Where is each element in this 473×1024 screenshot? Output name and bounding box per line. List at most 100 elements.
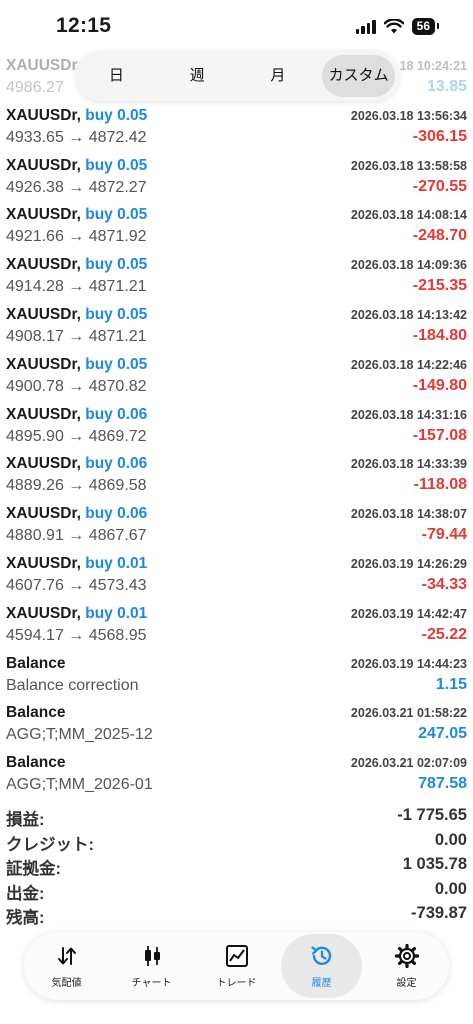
summary-deposit-row: 証拠金: 1 035.78 — [0, 853, 473, 878]
tab-trade[interactable]: トレード — [196, 934, 277, 998]
deal-symbol-text: XAUUSDr, — [6, 305, 81, 323]
deal-direction: buy 0.06 — [85, 505, 148, 523]
deal-symbol: Balance — [6, 754, 65, 772]
deal-row[interactable]: XAUUSDr, buy 0.05 2026.03.18 13:56:34 4933… — [0, 102, 473, 152]
summary-label: 残高: — [6, 909, 45, 927]
summary-value: 0.00 — [434, 830, 467, 849]
deal-row[interactable]: XAUUSDr, buy 0.06 2026.03.18 14:38:07 4880… — [0, 500, 473, 550]
deal-profit: -248.70 — [412, 227, 467, 245]
bottom-tab-bar: 気配値 チャート トレード 履歴 設定 — [24, 932, 449, 1000]
deal-row[interactable]: XAUUSDr, buy 0.05 2026.03.18 14:08:14 4921… — [0, 201, 473, 251]
deal-profit: -118.08 — [413, 476, 467, 494]
tab-label: 設定 — [396, 978, 417, 989]
history-list[interactable]: XAUUSDr, 18 10:24:21 4986.27 13.85 XAUUS… — [0, 52, 473, 799]
deal-prices: 4607.76 → 4573.43 — [6, 576, 147, 594]
deal-datetime: 2026.03.18 14:13:42 — [350, 307, 467, 322]
deal-datetime: 2026.03.18 14:38:07 — [350, 507, 467, 522]
deal-direction: buy 0.05 — [85, 305, 148, 323]
period-tab-day[interactable]: 日 — [80, 55, 153, 97]
period-tab-month[interactable]: 月 — [242, 55, 315, 97]
deal-profit: -270.55 — [412, 177, 467, 195]
deal-symbol-text: XAUUSDr, — [6, 256, 81, 274]
gear-icon — [394, 943, 419, 969]
tab-label: 履歴 — [311, 978, 332, 989]
summary-value: -1 775.65 — [397, 806, 467, 824]
deal-profit: 787.58 — [418, 775, 467, 793]
deal-profit: -215.35 — [412, 277, 467, 295]
battery-icon: 56 — [411, 18, 440, 35]
deal-symbol: XAUUSDr, buy 0.06 — [6, 455, 147, 473]
deal-row[interactable]: XAUUSDr, buy 0.06 2026.03.18 14:31:16 4895… — [0, 401, 473, 451]
deal-row[interactable]: Balance 2026.03.21 02:07:09 AGG;T;MM_2026… — [0, 749, 473, 799]
deal-symbol: XAUUSDr, buy 0.06 — [6, 505, 147, 523]
summary-withdrawal-row: 出金: 0.00 — [0, 878, 473, 903]
tab-history[interactable]: 履歴 — [281, 934, 362, 998]
deal-symbol: Balance — [6, 704, 65, 722]
deal-row[interactable]: XAUUSDr, buy 0.05 2026.03.18 14:22:46 4900… — [0, 351, 473, 401]
deal-row[interactable]: Balance 2026.03.19 14:44:23 Balance corre… — [0, 650, 473, 700]
trade-line-chart-icon — [225, 945, 248, 967]
deal-prices: 4908.17 → 4871.21 — [6, 327, 147, 345]
summary-label: 損益: — [6, 811, 45, 829]
deal-direction: buy 0.05 — [85, 206, 148, 224]
deal-prices: 4880.91 → 4867.67 — [6, 527, 147, 545]
deal-datetime: 2026.03.18 13:58:58 — [350, 158, 467, 173]
deal-datetime: 2026.03.19 14:26:29 — [350, 556, 467, 571]
tab-quotes[interactable]: 気配値 — [26, 934, 107, 998]
summary-balance-row: 残高: -739.87 — [0, 902, 473, 927]
deal-prices: Balance correction — [6, 676, 139, 694]
deal-direction: buy 0.01 — [85, 554, 148, 572]
deal-direction: buy 0.05 — [85, 355, 148, 373]
deal-datetime: 2026.03.18 13:56:34 — [350, 108, 467, 123]
deal-row[interactable]: XAUUSDr, buy 0.05 2026.03.18 14:09:36 4914… — [0, 251, 473, 301]
deal-profit: -79.44 — [421, 526, 467, 544]
deal-symbol-text: XAUUSDr, — [6, 106, 81, 124]
summary-value: 0.00 — [434, 879, 467, 898]
summary-label: 証拠金: — [6, 860, 61, 878]
deal-symbol-text: XAUUSDr, — [6, 554, 81, 572]
deal-symbol-text: XAUUSDr, — [6, 505, 81, 523]
deal-direction: buy 0.01 — [85, 604, 148, 622]
deal-datetime: 2026.03.21 02:07:09 — [350, 756, 467, 771]
deal-datetime: 2026.03.18 14:31:16 — [350, 407, 467, 422]
summary-value: 1 035.78 — [402, 855, 467, 873]
quotes-arrows-icon — [57, 947, 76, 965]
deal-row[interactable]: XAUUSDr, buy 0.05 2026.03.18 13:58:58 4926… — [0, 152, 473, 202]
deal-profit: 1.15 — [435, 675, 467, 693]
deal-datetime: 2026.03.19 14:42:47 — [350, 606, 467, 621]
history-clock-icon — [310, 946, 331, 965]
period-tab-week[interactable]: 週 — [161, 55, 234, 97]
deal-row[interactable]: XAUUSDr, buy 0.01 2026.03.19 14:26:29 4607… — [0, 550, 473, 600]
status-bar: 12:15 56 — [0, 0, 473, 54]
deal-profit: 247.05 — [418, 725, 467, 743]
deal-symbol: XAUUSDr, buy 0.05 — [6, 256, 147, 274]
summary-value: -739.87 — [411, 904, 467, 922]
deal-direction: buy 0.06 — [85, 405, 148, 423]
deal-row[interactable]: XAUUSDr, buy 0.06 2026.03.18 14:33:39 4889… — [0, 450, 473, 500]
tab-settings[interactable]: 設定 — [366, 934, 447, 998]
cellular-signal-icon — [355, 19, 376, 34]
deal-row[interactable]: Balance 2026.03.21 01:58:22 AGG;T;MM_2025… — [0, 699, 473, 749]
deal-direction: buy 0.05 — [85, 106, 148, 124]
period-tab-custom[interactable]: カスタム — [322, 55, 395, 97]
deal-direction: buy 0.06 — [85, 455, 148, 473]
deal-datetime: 2026.03.18 14:08:14 — [350, 208, 467, 223]
summary-credit-row: クレジット: 0.00 — [0, 829, 473, 854]
tab-chart[interactable]: チャート — [111, 934, 192, 998]
deal-symbol-text: XAUUSDr, — [6, 156, 81, 174]
deal-row[interactable]: XAUUSDr, buy 0.05 2026.03.18 14:13:42 4908… — [0, 301, 473, 351]
deal-datetime: 2026.03.18 14:22:46 — [350, 357, 467, 372]
deal-profit: 13.85 — [426, 78, 467, 95]
tab-label: チャート — [131, 978, 172, 989]
deal-row[interactable]: XAUUSDr, buy 0.01 2026.03.19 14:42:47 4594… — [0, 600, 473, 650]
deal-prices: 4900.78 → 4870.82 — [6, 377, 147, 395]
deal-profit: -157.08 — [412, 426, 467, 444]
summary-label: 出金: — [6, 884, 45, 903]
deal-prices: 4594.17 → 4568.95 — [6, 626, 147, 644]
deal-datetime: 2026.03.18 14:09:36 — [350, 258, 467, 273]
deal-prices: 4926.38 → 4872.27 — [6, 178, 147, 196]
deal-symbol-text: XAUUSDr, — [6, 405, 81, 423]
deal-symbol: XAUUSDr, buy 0.01 — [6, 605, 147, 623]
deal-symbol: XAUUSDr, buy 0.05 — [6, 356, 147, 374]
deal-prices: 4889.26 → 4869.58 — [6, 477, 147, 495]
